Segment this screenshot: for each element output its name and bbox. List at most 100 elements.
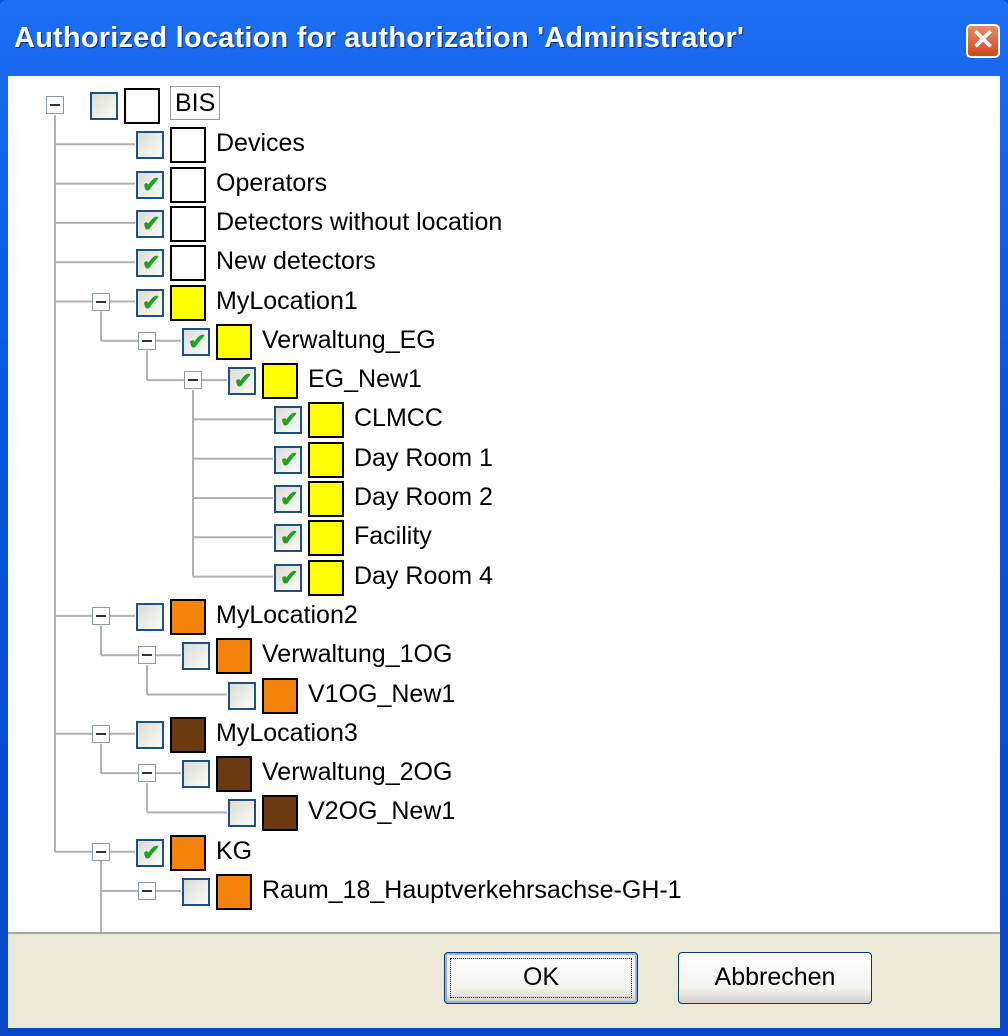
node-label[interactable]: Devices: [216, 125, 305, 161]
tree-node[interactable]: ✔ KG: [92, 833, 1000, 873]
node-checkbox[interactable]: ✔: [136, 170, 164, 199]
node-label[interactable]: V1OG_New1: [308, 676, 455, 712]
tree-node[interactable]: ✔ Operators: [92, 165, 1000, 205]
location-color-swatch: [308, 520, 344, 557]
checkmark-icon: ✔: [188, 328, 207, 354]
node-checkbox[interactable]: ✔: [274, 406, 302, 435]
tree-node[interactable]: MyLocation3: [92, 715, 1000, 755]
collapse-icon[interactable]: [138, 764, 156, 783]
node-label[interactable]: BIS: [170, 86, 221, 120]
node-label[interactable]: Verwaltung_1OG: [262, 636, 452, 672]
tree-node[interactable]: ✔ EG_New1: [184, 361, 1000, 401]
collapse-icon[interactable]: [92, 292, 110, 311]
node-checkbox[interactable]: [90, 92, 118, 120]
focus-rect: [450, 958, 632, 998]
tree-node[interactable]: ✔ Day Room 1: [230, 440, 1000, 480]
node-label[interactable]: Verwaltung_2OG: [262, 754, 452, 790]
node-checkbox[interactable]: [228, 681, 256, 710]
node-checkbox[interactable]: [136, 131, 164, 160]
node-checkbox[interactable]: ✔: [136, 209, 164, 238]
dialog-title: Authorized location for authorization 'A…: [14, 22, 745, 54]
node-checkbox[interactable]: ✔: [274, 445, 302, 474]
node-label[interactable]: Facility: [354, 518, 432, 554]
location-color-swatch: [170, 284, 206, 321]
checkmark-icon: ✔: [280, 525, 299, 551]
node-label[interactable]: MyLocation1: [216, 283, 358, 319]
node-label[interactable]: V2OG_New1: [308, 793, 455, 829]
tree-node[interactable]: ✔ Facility: [230, 518, 1000, 558]
location-color-swatch: [124, 88, 160, 124]
node-checkbox[interactable]: ✔: [136, 249, 164, 278]
node-checkbox[interactable]: [182, 642, 210, 671]
location-color-swatch: [262, 677, 298, 714]
node-label[interactable]: CLMCC: [354, 400, 443, 436]
button-separator: [8, 932, 1000, 934]
ok-button[interactable]: OK: [444, 952, 638, 1004]
tree-node[interactable]: ✔ CLMCC: [230, 400, 1000, 440]
node-checkbox[interactable]: [228, 799, 256, 828]
checkmark-icon: ✔: [142, 839, 161, 865]
tree-node[interactable]: BIS: [46, 86, 1000, 126]
node-checkbox[interactable]: ✔: [136, 288, 164, 317]
node-label[interactable]: Raum_18_Hauptverkehrsachse-GH-1: [262, 872, 682, 908]
dialog-body: BIS Devices ✔ Operators ✔ Detectors without l…: [8, 76, 1000, 1028]
node-label[interactable]: Operators: [216, 165, 327, 201]
tree-node[interactable]: V1OG_New1: [184, 676, 1000, 716]
node-checkbox[interactable]: [182, 878, 210, 906]
tree-node[interactable]: ✔ MyLocation1: [92, 283, 1000, 323]
node-checkbox[interactable]: ✔: [182, 327, 210, 356]
collapse-icon[interactable]: [92, 606, 110, 625]
tree-node[interactable]: MyLocation2: [92, 597, 1000, 637]
node-label[interactable]: New detectors: [216, 243, 376, 279]
node-checkbox[interactable]: ✔: [274, 485, 302, 513]
node-label[interactable]: Day Room 1: [354, 440, 493, 476]
collapse-icon[interactable]: [184, 371, 202, 390]
node-checkbox[interactable]: [136, 602, 164, 631]
node-label[interactable]: EG_New1: [308, 361, 422, 397]
node-checkbox[interactable]: [136, 720, 164, 749]
checkmark-icon: ✔: [280, 446, 299, 472]
collapse-icon[interactable]: [138, 882, 156, 900]
cancel-button-label: Abbrechen: [714, 963, 836, 991]
location-color-swatch: [216, 323, 252, 360]
title-bar[interactable]: Authorized location for authorization 'A…: [0, 0, 1008, 76]
node-label[interactable]: MyLocation3: [216, 715, 358, 751]
tree-node[interactable]: V2OG_New1: [184, 793, 1000, 833]
location-color-swatch: [308, 441, 344, 478]
collapse-icon[interactable]: [92, 724, 110, 743]
node-label[interactable]: Verwaltung_EG: [262, 322, 436, 358]
tree-node[interactable]: Devices: [92, 125, 1000, 165]
tree-node[interactable]: ✔ New detectors: [92, 243, 1000, 283]
tree-node[interactable]: Verwaltung_2OG: [138, 754, 1000, 794]
close-button[interactable]: ✕: [966, 24, 1000, 58]
node-label[interactable]: KG: [216, 833, 252, 869]
node-checkbox[interactable]: [182, 760, 210, 789]
collapse-icon[interactable]: [138, 646, 156, 665]
node-label[interactable]: Detectors without location: [216, 204, 502, 240]
location-color-swatch: [216, 638, 252, 675]
node-checkbox[interactable]: ✔: [136, 838, 164, 867]
node-label[interactable]: MyLocation2: [216, 597, 358, 633]
tree-node[interactable]: Raum_18_Hauptverkehrsachse-GH-1: [138, 872, 1000, 912]
location-color-swatch: [170, 716, 206, 753]
tree-node[interactable]: Verwaltung_1OG: [138, 636, 1000, 676]
location-color-swatch: [170, 205, 206, 242]
collapse-icon[interactable]: [46, 96, 64, 114]
location-tree[interactable]: BIS Devices ✔ Operators ✔ Detectors without l…: [8, 76, 1000, 932]
tree-node[interactable]: ✔ Day Room 4: [230, 558, 1000, 598]
cancel-button[interactable]: Abbrechen: [678, 952, 872, 1004]
tree-node[interactable]: ✔ Day Room 2: [230, 479, 1000, 519]
node-checkbox[interactable]: ✔: [228, 367, 256, 396]
checkmark-icon: ✔: [280, 564, 299, 590]
collapse-icon[interactable]: [92, 842, 110, 861]
tree-node[interactable]: ✔ Verwaltung_EG: [138, 322, 1000, 362]
node-checkbox[interactable]: ✔: [274, 563, 302, 592]
collapse-icon[interactable]: [138, 331, 156, 350]
tree-node[interactable]: ✔ Detectors without location: [92, 204, 1000, 244]
checkmark-icon: ✔: [280, 407, 299, 433]
node-checkbox[interactable]: ✔: [274, 524, 302, 553]
checkmark-icon: ✔: [142, 289, 161, 315]
location-color-swatch: [216, 756, 252, 793]
node-label[interactable]: Day Room 4: [354, 558, 493, 594]
node-label[interactable]: Day Room 2: [354, 479, 493, 515]
